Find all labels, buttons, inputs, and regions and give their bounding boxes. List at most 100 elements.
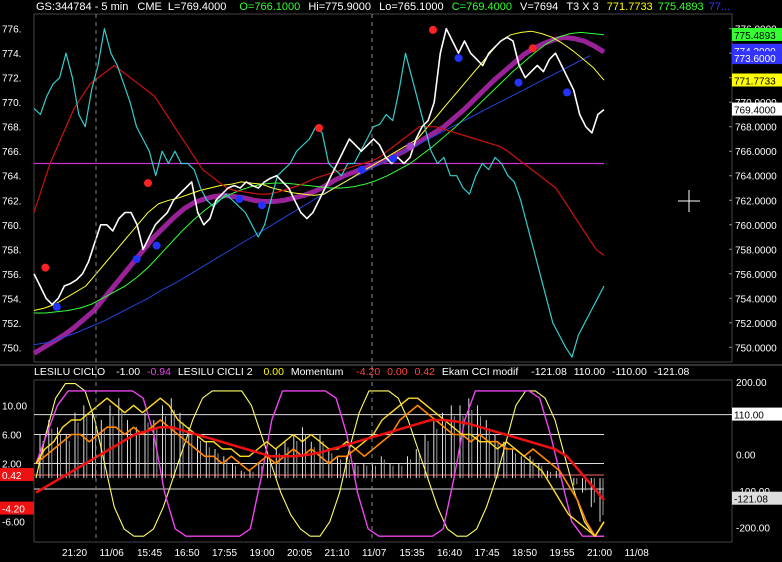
x-tick-label: 15:35 — [400, 548, 425, 559]
osc-right-tick-label: -121.08 — [734, 495, 768, 506]
osc-right-tick-label: 0.00 — [736, 451, 756, 462]
signal-dot — [389, 154, 398, 163]
open-label: O=766.1000 — [239, 1, 301, 13]
x-tick-label: 21:10 — [325, 548, 350, 559]
close-label: C=769.4000 — [451, 1, 512, 13]
price-left-tick-label: 776. — [2, 25, 21, 36]
signal-dot — [528, 44, 537, 53]
ind4-v4: -121.08 — [653, 366, 690, 378]
ind2-name: LESILU CICLI 2 — [177, 366, 253, 378]
oscillator-panel — [33, 379, 733, 543]
x-tick-label: 17:55 — [212, 548, 237, 559]
t3-value-2: 775.4893 — [657, 1, 704, 13]
price-left-tick-label: 752. — [2, 319, 21, 330]
signal-dot — [52, 302, 61, 311]
x-tick-label: 20:05 — [287, 548, 312, 559]
ind3-v3: 0.42 — [414, 366, 435, 378]
osc-right-tick-label: 110.00 — [734, 411, 764, 422]
price-line-green — [34, 31, 605, 314]
price-left-tick-label: 774. — [2, 49, 21, 60]
price-marker-label: 775.4893 — [734, 31, 776, 42]
signal-dot — [144, 179, 152, 188]
osc-left-tick-label: 6.00 — [2, 430, 22, 441]
price-line-red — [33, 64, 605, 256]
axes: 776.0000774.0000772.0000770.0000768.0000… — [0, 14, 782, 559]
ind3-v2: 0.00 — [387, 366, 408, 378]
signal-dot — [152, 241, 161, 250]
price-left-tick-label: 758. — [2, 245, 21, 256]
price-line-cyan — [33, 28, 605, 358]
x-tick-label: 16:40 — [437, 548, 462, 559]
t3-label: T3 X 3 — [566, 1, 599, 13]
x-tick-label: 11/06 — [100, 548, 125, 559]
t3-value-3: 77... — [708, 1, 731, 13]
signal-dot — [429, 25, 437, 34]
exchange-label: CME — [137, 1, 162, 13]
price-marker-label: 769.4000 — [734, 106, 776, 117]
x-tick-label: 18:50 — [512, 548, 537, 559]
ind3-name: Momentum — [290, 366, 344, 378]
x-tick-label: 16:50 — [175, 548, 200, 559]
price-tick-label: 766.0000 — [735, 147, 777, 158]
osc-left-tick-label: 10.00 — [2, 401, 27, 412]
osc-left-tick-label: 0.42 — [2, 471, 22, 482]
signal-dot — [357, 165, 366, 174]
x-tick-label: 17:45 — [475, 548, 500, 559]
price-left-tick-label: 762. — [2, 196, 21, 207]
ind4-v1: -121.08 — [531, 366, 567, 378]
ind1-v2: -0.94 — [146, 366, 171, 378]
osc-left-tick-label: -6.00 — [2, 518, 25, 529]
price-panel — [32, 13, 733, 363]
oscillator-frame — [33, 379, 733, 543]
x-tick-label: 11/07 — [362, 548, 387, 559]
osc-right-tick-label: 200.00 — [736, 378, 767, 389]
price-frame — [33, 13, 733, 363]
signal-dot — [235, 195, 244, 203]
ind1-v1: -1.00 — [116, 366, 141, 378]
x-tick-label: 21:20 — [62, 548, 87, 559]
ind3-v1: -4.20 — [356, 366, 381, 378]
price-tick-label: 754.0000 — [735, 294, 777, 305]
ind4-v2: 110.00 — [573, 366, 606, 378]
price-line-blue — [33, 55, 591, 346]
price-marker-label: 773.6000 — [734, 54, 776, 65]
price-left-tick-label: 764. — [2, 172, 21, 183]
t3-value-1: 771.7733 — [606, 1, 653, 13]
oscillator-header: LESILU CICLO -1.00 -0.94 LESILU CICLI 2 … — [34, 366, 689, 380]
signal-dot — [406, 142, 415, 151]
price-left-tick-label: 756. — [2, 270, 21, 281]
x-tick-label: 15:45 — [137, 548, 162, 559]
osc-right-tick-label: -200.00 — [736, 523, 770, 534]
price-left-tick-label: 760. — [2, 221, 21, 232]
symbol-label: GS:344784 - 5 min — [36, 1, 129, 13]
price-left-tick-label: 750. — [2, 343, 21, 354]
x-tick-label: 19:00 — [250, 548, 275, 559]
last-label: L=769.4000 — [167, 1, 227, 13]
ind4-v3: -110.00 — [612, 366, 647, 378]
ind1-name: LESILU CICLO — [34, 366, 106, 378]
crosshair-cursor-icon — [678, 190, 700, 212]
price-tick-label: 758.0000 — [735, 245, 777, 256]
chart-window: 776.0000774.0000772.0000770.0000768.0000… — [0, 0, 782, 562]
price-tick-label: 768.0000 — [735, 123, 777, 134]
price-left-tick-label: 754. — [2, 294, 21, 305]
signal-dot — [563, 88, 571, 97]
ind4-name: Ekam CCI modif — [441, 366, 519, 378]
signal-dot — [258, 201, 266, 210]
osc-left-tick-label: -4.20 — [2, 505, 25, 516]
chart-canvas[interactable]: 776.0000774.0000772.0000770.0000768.0000… — [0, 0, 782, 562]
signal-dot — [41, 263, 50, 272]
x-tick-label: 11/08 — [625, 548, 650, 559]
price-left-tick-label: 768. — [2, 123, 21, 134]
ind2-v1: 0.00 — [263, 366, 284, 378]
header-bar: GS:344784 - 5 min CME L=769.4000 O=766.1… — [36, 1, 730, 15]
price-tick-label: 750.0000 — [735, 343, 777, 354]
price-left-tick-label: 770. — [2, 98, 21, 109]
price-tick-label: 752.0000 — [735, 319, 777, 330]
price-marker-label: 771.7733 — [734, 76, 776, 87]
volume-label: V=7694 — [520, 1, 559, 13]
signal-dot — [454, 54, 463, 63]
price-tick-label: 756.0000 — [735, 270, 777, 281]
price-tick-label: 760.0000 — [735, 221, 777, 232]
x-tick-label: 19:55 — [550, 548, 575, 559]
